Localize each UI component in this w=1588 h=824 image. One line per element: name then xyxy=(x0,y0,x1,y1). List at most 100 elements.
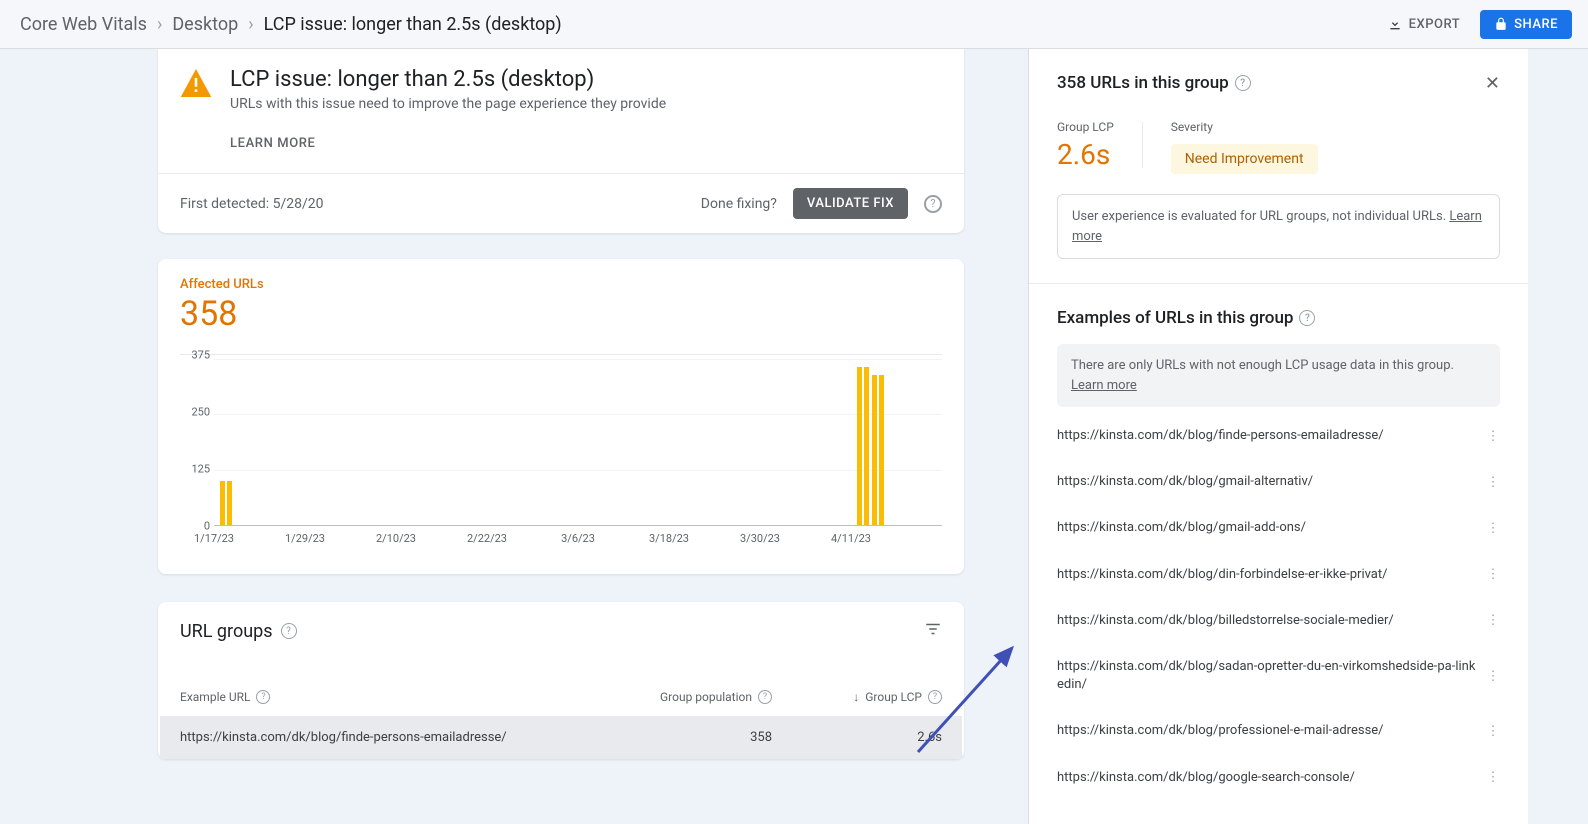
more-icon[interactable]: ⋮ xyxy=(1486,724,1500,739)
export-button[interactable]: EXPORT xyxy=(1375,10,1472,38)
chevron-right-icon: › xyxy=(248,14,253,35)
share-label: SHARE xyxy=(1514,17,1558,32)
help-icon[interactable]: ? xyxy=(281,623,297,639)
more-icon[interactable]: ⋮ xyxy=(1486,567,1500,582)
breadcrumb-core-web-vitals[interactable]: Core Web Vitals xyxy=(20,14,147,35)
url-group-row-pop: 358 xyxy=(602,730,772,745)
example-url-text: https://kinsta.com/dk/blog/gmail-alterna… xyxy=(1057,473,1478,491)
sort-down-icon: ↓ xyxy=(853,690,859,704)
col-group-population-label: Group population xyxy=(660,690,752,704)
example-url-row[interactable]: https://kinsta.com/dk/blog/sadan-oprette… xyxy=(1057,644,1500,708)
examples-section-title-text: Examples of URLs in this group xyxy=(1057,308,1293,328)
chart-bar xyxy=(220,481,225,525)
example-url-row[interactable]: https://kinsta.com/dk/blog/professionel-… xyxy=(1057,708,1500,754)
more-icon[interactable]: ⋮ xyxy=(1486,429,1500,444)
validate-fix-button[interactable]: VALIDATE FIX xyxy=(793,188,908,219)
usage-data-info-text: There are only URLs with not enough LCP … xyxy=(1071,358,1454,373)
example-url-row[interactable]: https://kinsta.com/dk/blog/gmail-alterna… xyxy=(1057,459,1500,505)
chart-plot xyxy=(214,359,942,526)
chart-bar xyxy=(857,367,862,525)
chart-x-axis: 1/17/231/29/232/10/232/22/233/6/233/18/2… xyxy=(214,532,942,554)
details-panel-title-text: 358 URLs in this group xyxy=(1057,73,1229,93)
breadcrumb-desktop[interactable]: Desktop xyxy=(172,14,238,35)
group-lcp-label: Group LCP xyxy=(1057,120,1114,134)
group-lcp-value: 2.6s xyxy=(1057,138,1114,171)
example-url-row[interactable]: https://kinsta.com/dk/blog/billedstorrel… xyxy=(1057,598,1500,644)
chart-bar xyxy=(227,481,232,525)
example-url-text: https://kinsta.com/dk/blog/gmail-add-ons… xyxy=(1057,519,1478,537)
help-icon[interactable]: ? xyxy=(1235,75,1251,91)
learn-more-link[interactable]: LEARN MORE xyxy=(230,136,666,151)
col-example-url[interactable]: Example URL ? xyxy=(180,690,602,704)
help-icon[interactable]: ? xyxy=(758,690,772,704)
help-icon[interactable]: ? xyxy=(256,690,270,704)
breadcrumb-current: LCP issue: longer than 2.5s (desktop) xyxy=(264,14,562,35)
learn-more-link[interactable]: Learn more xyxy=(1071,378,1137,393)
chart-bar xyxy=(864,367,869,525)
example-url-row[interactable]: https://kinsta.com/dk/blog/din-forbindel… xyxy=(1057,552,1500,598)
url-groups-title: URL groups ? xyxy=(180,621,297,642)
example-url-text: https://kinsta.com/dk/blog/google-search… xyxy=(1057,769,1478,787)
issue-title: LCP issue: longer than 2.5s (desktop) xyxy=(230,67,666,92)
example-url-text: https://kinsta.com/dk/blog/billedstorrel… xyxy=(1057,612,1478,630)
eval-info-text: User experience is evaluated for URL gro… xyxy=(1072,209,1449,224)
more-icon[interactable]: ⋮ xyxy=(1486,770,1500,785)
download-icon xyxy=(1387,16,1403,32)
example-url-text: https://kinsta.com/dk/blog/professionel-… xyxy=(1057,722,1478,740)
url-groups-card: URL groups ? Example URL ? Group populat… xyxy=(158,602,964,759)
example-url-list: https://kinsta.com/dk/blog/finde-persons… xyxy=(1057,413,1500,801)
chart-bar xyxy=(872,375,877,526)
affected-urls-chart: 0125250375 1/17/231/29/232/10/232/22/233… xyxy=(180,354,942,554)
url-groups-columns: Example URL ? Group population ? ↓ Group… xyxy=(160,654,962,716)
breadcrumb-bar: Core Web Vitals › Desktop › LCP issue: l… xyxy=(0,0,1588,49)
warning-icon xyxy=(180,69,212,151)
col-group-lcp-label: Group LCP xyxy=(865,690,922,704)
example-url-row[interactable]: https://kinsta.com/dk/blog/finde-persons… xyxy=(1057,413,1500,459)
severity-badge: Need Improvement xyxy=(1171,144,1318,174)
main-column: LCP issue: longer than 2.5s (desktop) UR… xyxy=(64,49,964,759)
filter-icon[interactable] xyxy=(924,620,942,642)
col-group-population[interactable]: Group population ? xyxy=(602,690,772,704)
eval-info-box: User experience is evaluated for URL gro… xyxy=(1057,194,1500,259)
help-icon[interactable]: ? xyxy=(928,690,942,704)
share-button[interactable]: SHARE xyxy=(1480,10,1572,39)
metric-separator xyxy=(1142,122,1143,168)
example-url-row[interactable]: https://kinsta.com/dk/blog/google-search… xyxy=(1057,755,1500,801)
url-group-row-url: https://kinsta.com/dk/blog/finde-persons… xyxy=(180,730,602,745)
close-icon[interactable]: ✕ xyxy=(1485,73,1500,94)
more-icon[interactable]: ⋮ xyxy=(1486,613,1500,628)
first-detected-label: First detected: 5/28/20 xyxy=(180,196,323,212)
usage-data-info-box: There are only URLs with not enough LCP … xyxy=(1057,344,1500,407)
severity-metric: Severity Need Improvement xyxy=(1171,120,1318,174)
more-icon[interactable]: ⋮ xyxy=(1486,475,1500,490)
help-icon[interactable]: ? xyxy=(1299,310,1315,326)
breadcrumbs: Core Web Vitals › Desktop › LCP issue: l… xyxy=(20,14,562,35)
url-group-row[interactable]: https://kinsta.com/dk/blog/finde-persons… xyxy=(160,716,962,759)
divider xyxy=(1029,283,1528,284)
group-lcp-metric: Group LCP 2.6s xyxy=(1057,120,1114,171)
help-icon[interactable]: ? xyxy=(924,195,942,213)
details-metrics: Group LCP 2.6s Severity Need Improvement xyxy=(1057,120,1500,174)
more-icon[interactable]: ⋮ xyxy=(1486,521,1500,536)
affected-urls-label: Affected URLs xyxy=(180,277,942,292)
affected-urls-card: Affected URLs 358 0125250375 1/17/231/29… xyxy=(158,259,964,574)
issue-subtitle: URLs with this issue need to improve the… xyxy=(230,96,666,112)
details-panel: 358 URLs in this group ? ✕ Group LCP 2.6… xyxy=(1028,49,1528,824)
example-url-row[interactable]: https://kinsta.com/dk/blog/gmail-add-ons… xyxy=(1057,505,1500,551)
example-url-text: https://kinsta.com/dk/blog/finde-persons… xyxy=(1057,427,1478,445)
details-panel-title: 358 URLs in this group ? xyxy=(1057,73,1251,93)
issue-card: LCP issue: longer than 2.5s (desktop) UR… xyxy=(158,49,964,233)
main-scroll-area[interactable]: LCP issue: longer than 2.5s (desktop) UR… xyxy=(0,49,1028,824)
chart-bar xyxy=(879,375,884,526)
severity-label: Severity xyxy=(1171,120,1318,134)
lock-icon xyxy=(1494,17,1508,31)
col-example-url-label: Example URL xyxy=(180,690,250,704)
affected-urls-count: 358 xyxy=(180,294,942,334)
url-group-row-lcp: 2.6s xyxy=(772,730,942,745)
done-fixing-label: Done fixing? xyxy=(701,196,777,212)
more-icon[interactable]: ⋮ xyxy=(1486,669,1500,684)
col-group-lcp[interactable]: ↓ Group LCP ? xyxy=(772,690,942,704)
example-url-text: https://kinsta.com/dk/blog/din-forbindel… xyxy=(1057,566,1478,584)
chevron-right-icon: › xyxy=(157,14,162,35)
export-label: EXPORT xyxy=(1409,17,1460,32)
